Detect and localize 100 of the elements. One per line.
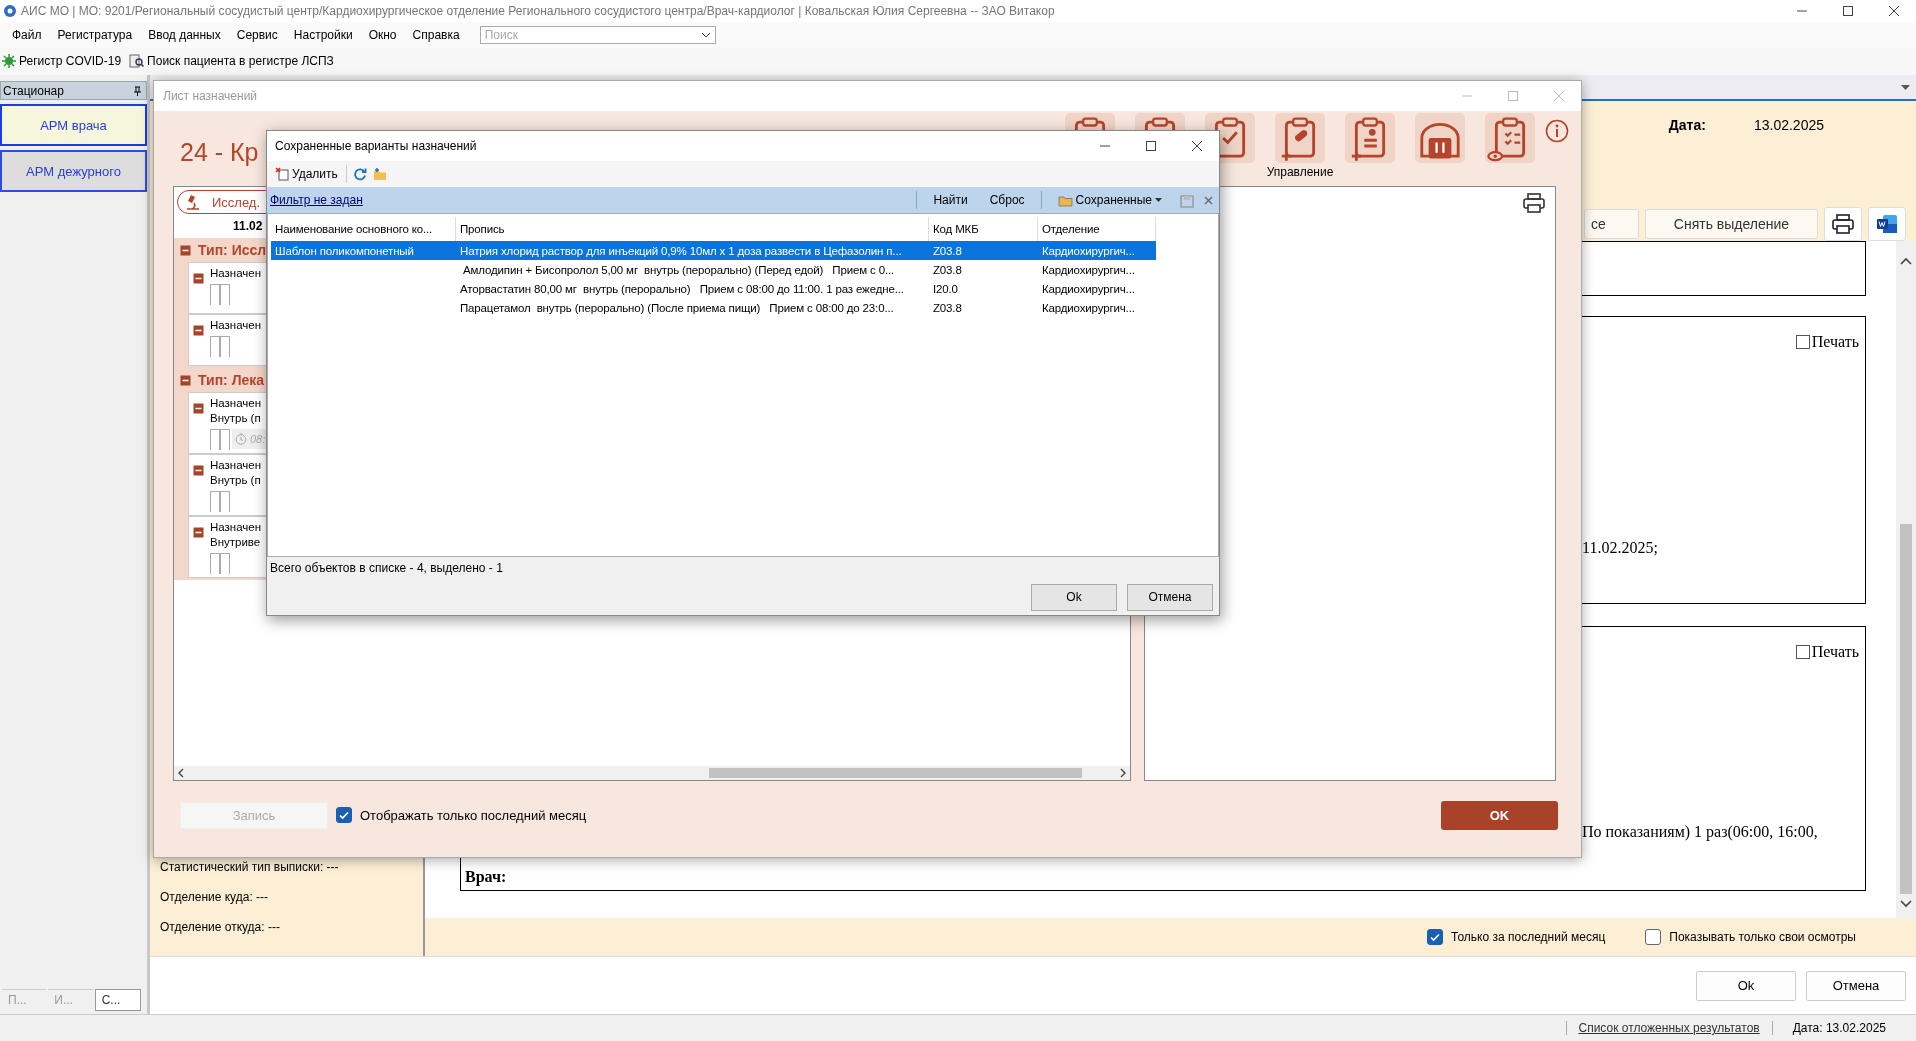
info-text: Статистический тип выписки: --- <box>160 860 340 875</box>
table-row[interactable]: Шаблон поликомпонетный Натрия хлорид раствор для инъекций 0,9% 10мл x 1 доза развести в Цефазолин п... Z03.8 Кардиохирургич... <box>271 241 1156 260</box>
printer-icon <box>1832 213 1854 234</box>
table-cell-text: I20.0 <box>932 282 959 295</box>
close-icon[interactable] <box>1888 4 1900 17</box>
scroll-up-icon[interactable] <box>1900 257 1912 266</box>
select-all-button[interactable]: се <box>1584 208 1639 239</box>
menu-item[interactable]: Справка <box>404 25 468 44</box>
table-cell-text: Z03.8 <box>932 301 963 314</box>
menu-item[interactable]: Ввод данных <box>140 25 229 44</box>
status-text: Всего объектов в списке - 4, выделено - 1 <box>270 561 503 575</box>
dropdown-icon[interactable] <box>1901 84 1910 90</box>
delete-button[interactable]: Удалить <box>273 165 340 183</box>
printer-icon[interactable] <box>1523 193 1545 213</box>
info-text: Отделение откуда: --- <box>160 920 281 935</box>
prescription-text: Назначен <box>210 267 262 279</box>
input-cell[interactable] <box>210 429 220 450</box>
table-row[interactable]: Амлодипин + Бисопролол 5,00 мг внутрь (перорально) (Перед едой) Прием с 0... Z03.8 Кардиохирургич... <box>271 260 1156 279</box>
checkbox[interactable] <box>1645 929 1662 946</box>
dialog-button[interactable]: Отмена <box>1806 970 1906 1001</box>
sidebar-item[interactable]: АРМ врача <box>0 104 147 147</box>
table-cell-text: Z03.8 <box>932 244 963 257</box>
refresh-icon[interactable] <box>352 167 367 181</box>
input-cell[interactable] <box>210 553 220 574</box>
app-icon <box>3 3 17 18</box>
input-cell[interactable] <box>210 336 220 357</box>
folder-icon[interactable] <box>372 167 387 181</box>
check-icon <box>1429 931 1442 944</box>
collapse-icon[interactable] <box>180 374 191 386</box>
prescription-text: Внутрь (п <box>210 474 262 486</box>
menu-item[interactable]: Сервис <box>228 25 286 44</box>
check-icon <box>338 809 350 821</box>
collapse-icon[interactable] <box>193 273 204 284</box>
ok-button[interactable]: Ok <box>1031 583 1117 611</box>
group-title: Тип: Лека <box>198 372 265 388</box>
menu-item[interactable]: Файл <box>4 25 50 44</box>
saved-dropdown[interactable]: Сохраненные <box>1051 191 1168 209</box>
scrollbar[interactable] <box>1896 241 1916 919</box>
clock-icon <box>235 433 247 445</box>
sidebar-item[interactable]: АРМ дежурного <box>0 150 147 193</box>
checkbox[interactable] <box>1795 645 1810 660</box>
reset-button[interactable]: Сброс <box>983 191 1031 209</box>
search-icon <box>129 54 145 69</box>
results-link[interactable]: Список отложенных результатов <box>1565 1021 1773 1036</box>
scroll-down-icon[interactable] <box>1900 900 1912 909</box>
collapse-icon[interactable] <box>193 527 204 538</box>
menu-item[interactable]: Окно <box>360 25 405 44</box>
ok-button[interactable]: OK <box>1441 800 1558 830</box>
find-button[interactable]: Найти <box>927 191 974 209</box>
close-icon[interactable] <box>1191 140 1203 152</box>
table-cell-text: Z03.8 <box>932 263 963 276</box>
input-cell[interactable] <box>220 553 230 574</box>
checkbox[interactable] <box>1795 335 1810 350</box>
tool-label: Управление <box>1266 165 1334 179</box>
maximize-icon[interactable] <box>1842 4 1854 17</box>
info-text: Отделение куда: --- <box>160 890 270 905</box>
table-cell-text: Кардиохирургич... <box>1041 301 1136 314</box>
collapse-icon[interactable] <box>193 325 204 336</box>
collapse-icon[interactable] <box>193 403 204 414</box>
menu-item[interactable]: Регистратура <box>49 25 141 44</box>
document-text: По показаниям) 1 раз(06:00, 16:00, <box>1582 823 1818 842</box>
scroll-left-icon[interactable] <box>176 768 186 778</box>
cancel-button[interactable]: Отмена <box>1127 583 1213 611</box>
info-icon[interactable] <box>1545 119 1569 143</box>
caret-icon <box>1155 198 1162 202</box>
scrollbar[interactable] <box>174 766 1130 780</box>
toolbar-button[interactable]: Поиск пациента в регистре ЛСПЗ <box>147 54 334 69</box>
menu-item[interactable]: Настройки <box>285 25 361 44</box>
scroll-right-icon[interactable] <box>1118 768 1128 778</box>
table-cell-text: Кардиохирургич... <box>1041 282 1136 295</box>
date-label: Дата: <box>1668 117 1706 136</box>
dialog-button[interactable]: Ok <box>1696 970 1796 1001</box>
toolbar-button[interactable]: Регистр COVID-19 <box>19 54 122 69</box>
checkbox[interactable] <box>336 807 352 823</box>
panel-tab[interactable]: С... <box>94 989 141 1012</box>
document-text: 11.02.2025; <box>1582 539 1658 558</box>
input-cell[interactable] <box>220 491 230 512</box>
maximize-icon[interactable] <box>1145 140 1157 152</box>
input-cell[interactable] <box>220 336 230 357</box>
collapse-icon[interactable] <box>193 465 204 476</box>
prescription-text: Внутриве <box>210 536 262 548</box>
prescription-text: Назначен <box>210 319 262 331</box>
input-cell[interactable] <box>220 429 230 450</box>
pin-icon[interactable] <box>133 85 142 96</box>
input-cell[interactable] <box>220 284 230 305</box>
prescription-text: Назначен <box>210 459 262 471</box>
input-cell[interactable] <box>210 491 220 512</box>
deselect-button[interactable]: Снять выделение <box>1645 208 1818 239</box>
chevron-icon <box>700 31 711 38</box>
patient-heading: 24 - Кр <box>180 138 259 168</box>
table-row[interactable]: Аторвастатин 80,00 мг внутрь (перорально) Прием с 08:00 до 11:00. 1 раз ежедне... I20.0 Кардиохирургич... <box>271 279 1156 298</box>
word-button[interactable] <box>1868 206 1906 241</box>
print-button[interactable] <box>1824 206 1862 241</box>
virus-icon <box>2 54 16 69</box>
checkbox[interactable] <box>1427 929 1444 946</box>
input-cell[interactable] <box>210 284 220 305</box>
collapse-icon[interactable] <box>180 244 191 256</box>
table-row[interactable]: Парацетамол внутрь (перорально) (После приема пищи) Прием с 08:00 до 23:0... Z03.8 Кардиохирургич... <box>271 298 1156 317</box>
word-icon <box>1876 213 1898 234</box>
table-cell-text: Аторвастатин 80,00 мг внутрь (перорально) Прием с 08:00 до 11:00. 1 раз ежедне... <box>459 282 905 295</box>
